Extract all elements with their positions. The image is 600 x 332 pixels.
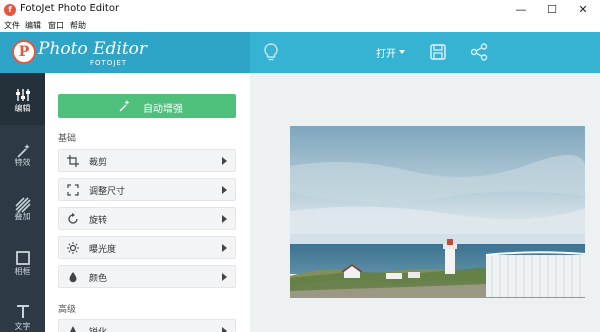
maximize-button[interactable]: ☐	[537, 1, 567, 19]
tool-label-exposure: 曝光度	[89, 245, 117, 255]
exposure-icon	[67, 242, 79, 254]
menu-edit[interactable]: 编辑	[25, 20, 41, 32]
menu-window[interactable]: 窗口	[48, 20, 64, 32]
resize-icon	[67, 184, 79, 196]
logo-subtitle: FOTOJET	[90, 59, 128, 67]
tool-label-sharpen: 锐化	[89, 325, 107, 332]
rail-label-overlay: 叠加	[14, 212, 31, 221]
app-header: P Photo Editor FOTOJET 打开	[0, 32, 600, 73]
rail-item-overlay[interactable]: 叠加	[0, 183, 45, 235]
tool-row-crop[interactable]: 裁剪	[58, 149, 236, 172]
share-icon[interactable]	[469, 42, 489, 62]
tool-label-color: 颜色	[89, 274, 108, 284]
app-window: f FotoJet Photo Editor — ☐ ✕ 文件 编辑 窗口 帮助…	[0, 0, 600, 332]
minimize-button[interactable]: —	[506, 1, 536, 19]
auto-enhance-label: 自动增强	[143, 104, 183, 115]
chevron-right-icon	[222, 273, 227, 281]
chevron-down-icon	[399, 50, 405, 54]
tool-row-rotate[interactable]: 旋转	[58, 207, 236, 230]
logo-icon: P	[12, 40, 36, 64]
tool-row-resize[interactable]: 调整尺寸	[58, 178, 236, 201]
rail-label-edit: 编辑	[14, 104, 31, 113]
image-canvas	[250, 73, 600, 332]
chevron-right-icon	[222, 157, 227, 165]
title-bar: f FotoJet Photo Editor — ☐ ✕	[0, 0, 600, 20]
menu-file[interactable]: 文件	[4, 20, 20, 32]
magic-wand-icon	[119, 100, 130, 112]
logo-text: Photo Editor	[38, 39, 148, 59]
rail-label-frame: 相框	[14, 267, 31, 276]
color-drop-icon	[69, 272, 77, 283]
menu-bar: 文件 编辑 窗口 帮助	[0, 20, 600, 32]
save-icon[interactable]	[428, 42, 448, 62]
tool-rail: 编辑 特效 叠加 相框 文字	[0, 73, 45, 332]
rail-item-effects[interactable]: 特效	[0, 129, 45, 181]
chevron-right-icon	[222, 186, 227, 194]
app-icon: f	[4, 4, 16, 16]
tool-row-sharpen[interactable]: 锐化	[58, 319, 236, 332]
lightbulb-icon[interactable]	[261, 42, 281, 62]
auto-enhance-button[interactable]: 自动增强	[58, 94, 236, 118]
edit-panel: 自动增强 基础 裁剪 调整尺寸 旋转 曝光度 颜色 高级	[45, 73, 250, 332]
text-icon	[17, 305, 29, 318]
frame-icon	[16, 251, 30, 265]
tool-row-color[interactable]: 颜色	[58, 265, 236, 288]
photo-lighthouse-coast[interactable]	[290, 126, 585, 298]
sharpen-icon	[70, 326, 76, 332]
section-advanced-heading: 高级	[58, 305, 77, 315]
tool-label-rotate: 旋转	[89, 216, 108, 226]
rotate-icon	[68, 213, 78, 224]
rail-item-edit[interactable]: 编辑	[0, 73, 45, 125]
menu-help[interactable]: 帮助	[70, 20, 86, 32]
tool-row-exposure[interactable]: 曝光度	[58, 236, 236, 259]
tool-label-crop: 裁剪	[89, 158, 108, 168]
chevron-right-icon	[222, 215, 227, 223]
section-basic-heading: 基础	[58, 134, 77, 144]
chevron-right-icon	[222, 327, 227, 332]
rail-label-text: 文字	[14, 322, 31, 331]
crop-icon	[67, 155, 79, 167]
rail-label-effects: 特效	[14, 158, 31, 167]
window-title: FotoJet Photo Editor	[20, 3, 120, 14]
logo-area: P Photo Editor FOTOJET	[0, 32, 250, 73]
rail-item-text[interactable]: 文字	[0, 289, 45, 332]
open-menu-button[interactable]: 打开	[376, 45, 396, 60]
rail-item-frame[interactable]: 相框	[0, 236, 45, 288]
close-button[interactable]: ✕	[568, 1, 598, 19]
chevron-right-icon	[222, 244, 227, 252]
sliders-icon	[16, 89, 30, 101]
tool-label-resize: 调整尺寸	[89, 187, 126, 197]
